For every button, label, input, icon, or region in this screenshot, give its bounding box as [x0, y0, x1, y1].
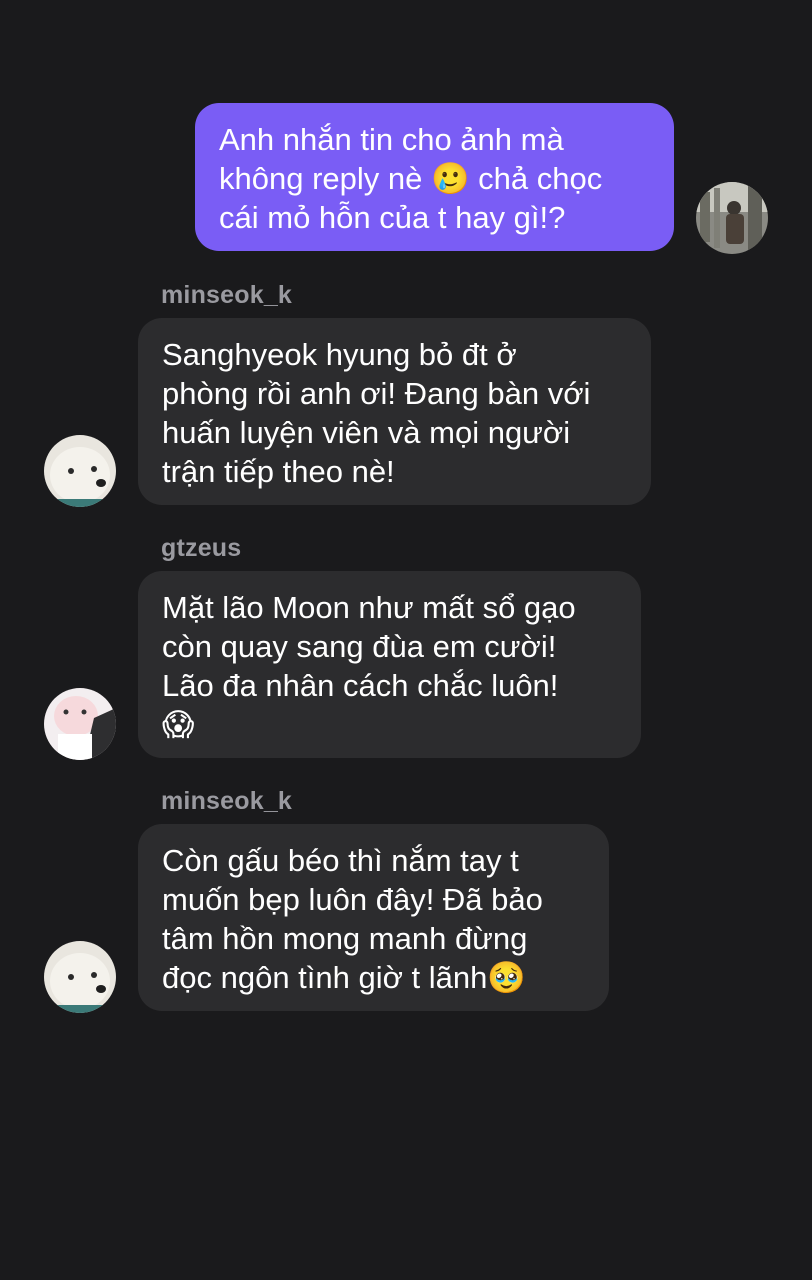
incoming-message-bubble[interactable]: Mặt lão Moon như mất sổ gạo còn quay san… [138, 571, 641, 758]
outgoing-message-bubble[interactable]: Anh nhắn tin cho ảnh mà không reply nè 🥲… [195, 103, 674, 251]
sender-name: gtzeus [161, 534, 242, 562]
incoming-message-bubble[interactable]: Còn gấu béo thì nắm tay t muốn bẹp luôn … [138, 824, 609, 1011]
sender-avatar[interactable] [44, 688, 116, 760]
incoming-message-bubble[interactable]: Sanghyeok hyung bỏ đt ở phòng rồi anh ơi… [138, 318, 651, 505]
sender-avatar[interactable] [44, 435, 116, 507]
sender-name: minseok_k [161, 787, 293, 815]
sender-name: minseok_k [161, 281, 293, 309]
self-avatar[interactable] [696, 182, 768, 254]
sender-avatar[interactable] [44, 941, 116, 1013]
chat-screen: Anh nhắn tin cho ảnh mà không reply nè 🥲… [0, 0, 812, 1280]
